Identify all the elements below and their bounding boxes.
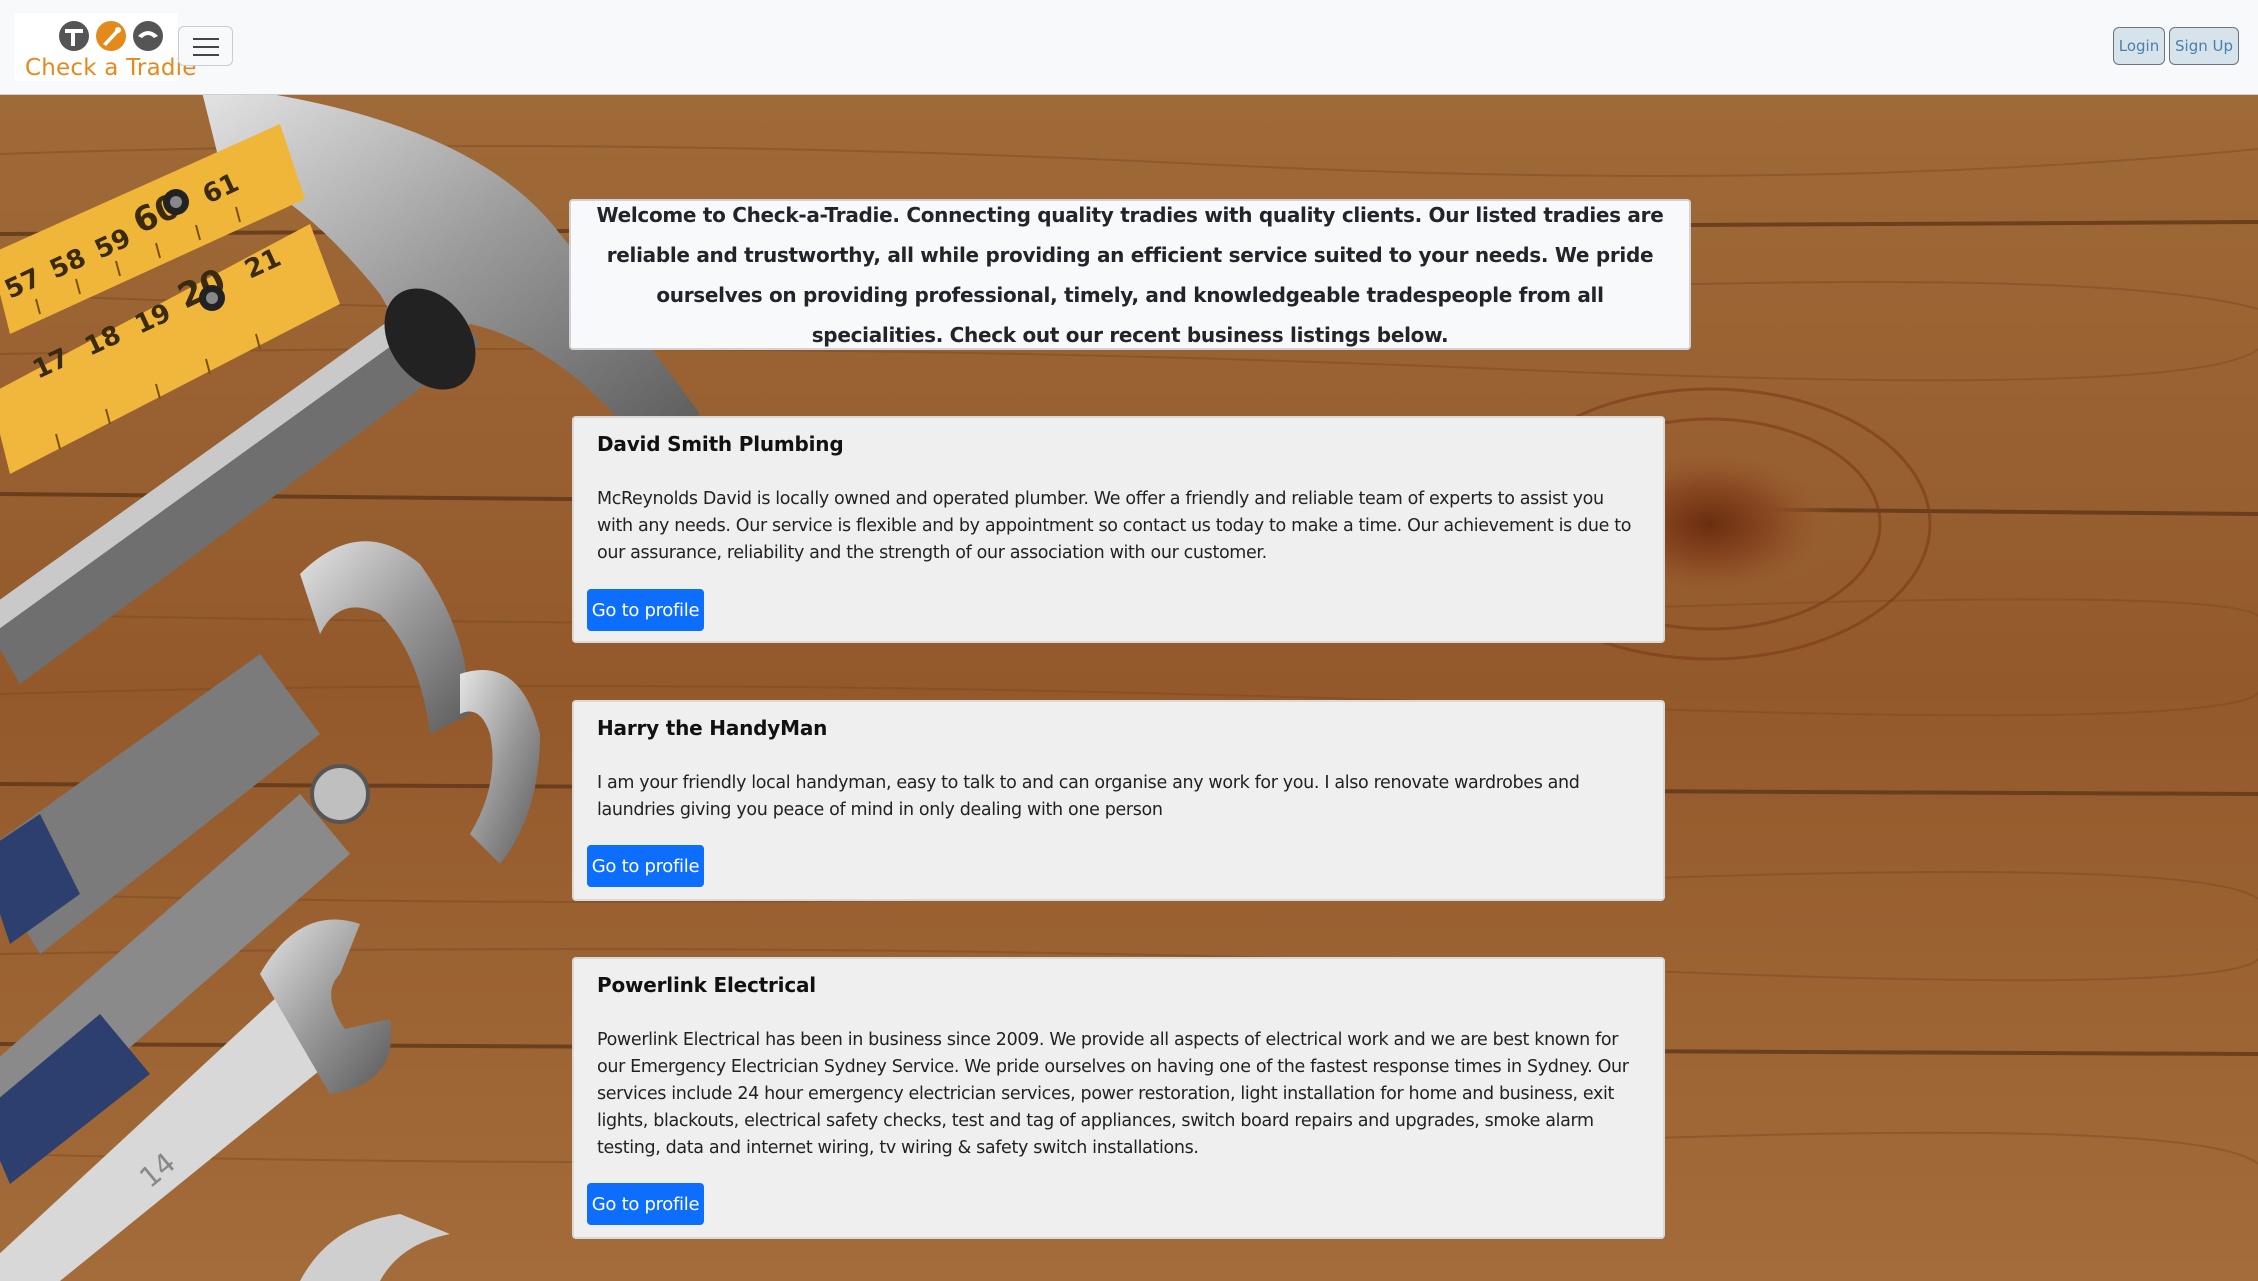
- listing-title: Powerlink Electrical: [597, 973, 816, 997]
- welcome-banner: Welcome to Check-a-Tradie. Connecting qu…: [569, 199, 1691, 350]
- listing-card: Harry the HandyMan I am your friendly lo…: [572, 700, 1665, 901]
- listing-title: Harry the HandyMan: [597, 716, 828, 740]
- hamburger-menu-icon: [193, 38, 219, 40]
- listing-description: McReynolds David is locally owned and op…: [597, 489, 1632, 563]
- listing-description: Powerlink Electrical has been in busines…: [597, 1030, 1629, 1158]
- listing-title: David Smith Plumbing: [597, 432, 844, 456]
- signup-button[interactable]: Sign Up: [2169, 27, 2239, 65]
- brand-name: Check a Tradie: [25, 55, 197, 81]
- menu-toggle-button[interactable]: [178, 26, 233, 66]
- top-navbar: Check a Tradie Login Sign Up: [0, 0, 2258, 95]
- go-to-profile-button[interactable]: Go to profile: [587, 1183, 704, 1225]
- listing-card: Powerlink Electrical Powerlink Electrica…: [572, 957, 1665, 1239]
- go-to-profile-button[interactable]: Go to profile: [587, 589, 704, 631]
- hamburger-menu-icon: [193, 54, 219, 56]
- listing-card: David Smith Plumbing McReynolds David is…: [572, 416, 1665, 643]
- hamburger-menu-icon: [193, 46, 219, 48]
- go-to-profile-button[interactable]: Go to profile: [587, 845, 704, 887]
- welcome-text: Welcome to Check-a-Tradie. Connecting qu…: [596, 202, 1664, 347]
- login-button[interactable]: Login: [2113, 27, 2165, 65]
- tools-logo-icon: [59, 21, 163, 51]
- listing-description: I am your friendly local handyman, easy …: [597, 773, 1580, 820]
- brand-logo[interactable]: Check a Tradie: [14, 13, 196, 81]
